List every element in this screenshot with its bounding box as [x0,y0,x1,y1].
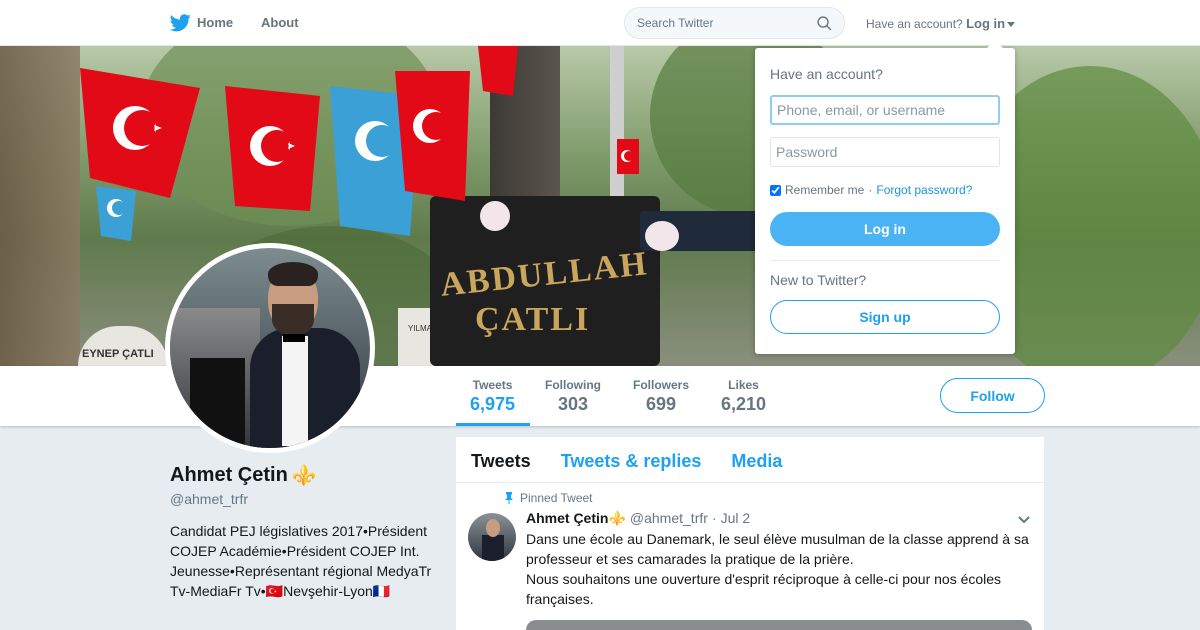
banner-gravestone [78,326,168,366]
pinned-tweet-context: Pinned Tweet [504,491,593,505]
tweet-header: Ahmet Çetin⚜️ @ahmet_trfr · Jul 2 [526,510,750,527]
turkish-flag [225,86,325,216]
tab-media[interactable]: Media [716,437,797,482]
login-label: Log in [966,16,1006,31]
stat-value: 6,210 [721,394,767,414]
active-stat-indicator [456,423,530,426]
username-field[interactable] [770,95,1000,125]
password-field[interactable] [770,137,1000,167]
stat-value: 6,975 [470,394,516,414]
stat-value: 699 [645,394,677,414]
stat-label: Tweets [472,378,513,392]
login-dropdown-toggle[interactable]: Log in [966,16,1016,31]
tweet-date[interactable]: Jul 2 [721,510,751,527]
turkish-flag [80,68,200,198]
remember-separator: · [868,183,873,197]
remember-me-label[interactable]: Remember me [785,183,864,197]
profile-name-row: Ahmet Çetin ⚜️ [170,463,317,488]
avatar-shirt [282,336,308,446]
nav-home-label: Home [197,15,234,30]
tweet-text: Dans une école au Danemark, le seul élèv… [526,529,1036,609]
turkish-flag [395,71,470,201]
east-turkestan-flag [96,186,136,241]
pin-icon [505,492,513,504]
login-button[interactable]: Log in [770,212,1000,246]
tab-tweets[interactable]: Tweets [456,437,546,482]
tweet-avatar-head [486,519,500,537]
top-navigation: Home About Have an account? Log in [0,0,1200,46]
tweet-text-paragraph: Nous souhaitons une ouverture d'esprit r… [526,571,1002,607]
remember-row: Remember me · Forgot password? [770,183,972,197]
nav-about-link[interactable]: About [261,15,299,30]
chevron-down-icon[interactable] [1017,515,1031,525]
tweet-separator: · [711,510,717,526]
banner-tree [0,46,80,366]
stat-likes[interactable]: Likes 6,210 [721,378,766,415]
have-account-text: Have an account? [866,17,963,31]
stat-tweets[interactable]: Tweets 6,975 [470,378,515,415]
banner-flower [480,201,510,231]
avatar-car-door [190,358,245,448]
stat-value: 303 [557,394,589,414]
nav-home-link[interactable]: Home [170,12,233,33]
banner-stone-text: ÇATLI [475,301,591,338]
stat-label: Followers [633,378,690,392]
tweet-author-handle[interactable]: @ahmet_trfr [630,510,708,527]
tweet-text-paragraph: Dans une école au Danemark, le seul élèv… [526,531,1029,567]
banner-gravestone-text: EYNEP ÇATLI [82,348,154,360]
banner-flower [645,221,679,251]
dropdown-divider [770,260,1000,261]
tweet-avatar-body [482,535,504,561]
login-dropdown-title: Have an account? [770,66,883,82]
avatar-bow-tie [283,334,305,342]
tab-tweets-and-replies[interactable]: Tweets & replies [546,437,717,482]
tweet-media-preview[interactable] [526,620,1032,630]
twitter-bird-icon [170,14,191,32]
timeline-tabs: Tweets Tweets & replies Media [456,437,1044,483]
fleur-de-lis-icon: ⚜️ [291,465,317,487]
avatar-beard [272,304,314,336]
tweet-avatar[interactable] [468,513,516,561]
profile-handle[interactable]: @ahmet_trfr [170,491,248,507]
remember-me-checkbox[interactable] [770,184,781,196]
have-account-area: Have an account? Log in [866,16,1016,31]
avatar-hair [268,262,318,286]
search-icon[interactable] [816,15,833,32]
login-dropdown: Have an account? Remember me · Forgot pa… [755,40,1015,354]
caret-down-icon [1007,22,1016,28]
signup-button[interactable]: Sign up [770,300,1000,334]
pinned-tweet-label: Pinned Tweet [520,491,593,505]
search-box [624,7,845,39]
follow-button[interactable]: Follow [940,378,1045,413]
stat-following[interactable]: Following 303 [545,378,601,415]
profile-bio: Candidat PEJ législatives 2017•Président… [170,523,432,599]
tweet-author-name[interactable]: Ahmet Çetin⚜️ [526,510,626,527]
stat-label: Following [545,378,601,392]
search-input[interactable] [625,8,805,38]
new-to-twitter-label: New to Twitter? [770,272,867,288]
stat-followers[interactable]: Followers 699 [633,378,689,415]
stat-label: Likes [728,378,759,392]
profile-avatar[interactable] [165,243,375,453]
profile-name: Ahmet Çetin [170,464,288,486]
forgot-password-link[interactable]: Forgot password? [876,183,972,197]
turkish-flag [617,139,639,174]
turkish-flag [478,46,518,96]
